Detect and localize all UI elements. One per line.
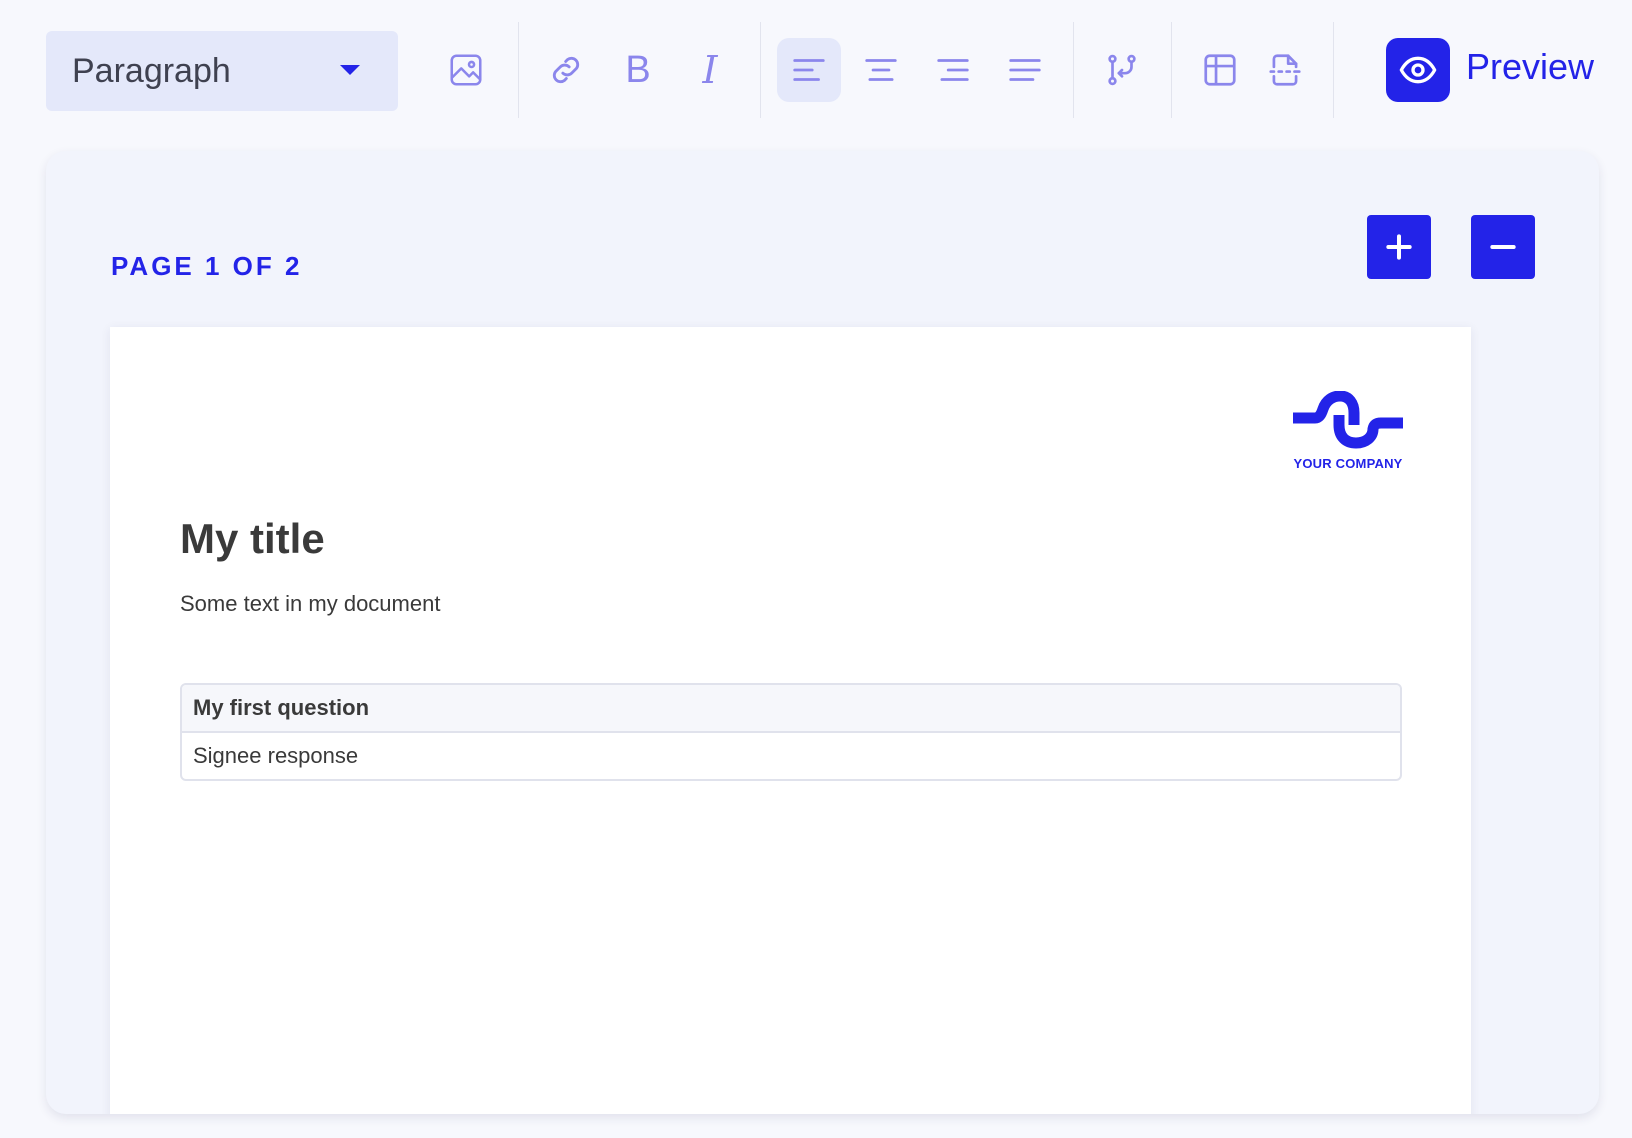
- editor-toolbar: Paragraph B I Preview: [0, 0, 1632, 142]
- preview-button[interactable]: [1386, 38, 1450, 102]
- align-justify-icon: [1009, 59, 1041, 81]
- document-paragraph[interactable]: Some text in my document: [180, 591, 440, 617]
- toolbar-divider: [518, 22, 519, 118]
- editor-canvas: PAGE 1 OF 2 YOUR COMPANY My title Some t…: [46, 151, 1599, 1114]
- question-label[interactable]: My first question: [182, 685, 1400, 733]
- align-right-button[interactable]: [921, 38, 985, 102]
- block-type-value: Paragraph: [72, 51, 231, 90]
- minus-icon: [1490, 245, 1516, 249]
- bold-button[interactable]: B: [606, 38, 670, 102]
- page-indicator: PAGE 1 OF 2: [111, 251, 303, 281]
- table-icon: [1204, 54, 1236, 86]
- bold-icon: B: [625, 49, 651, 91]
- remove-page-button[interactable]: [1471, 215, 1535, 279]
- document-page[interactable]: YOUR COMPANY My title Some text in my do…: [110, 327, 1471, 1114]
- align-center-icon: [865, 59, 897, 81]
- align-left-icon: [793, 59, 825, 81]
- page-break-button[interactable]: [1253, 38, 1317, 102]
- logo-text: YOUR COMPANY: [1293, 456, 1403, 471]
- italic-button[interactable]: I: [678, 38, 742, 102]
- branch-icon: [1108, 54, 1136, 86]
- question-response-field[interactable]: Signee response: [182, 733, 1400, 779]
- document-title[interactable]: My title: [180, 515, 325, 563]
- insert-link-button[interactable]: [534, 38, 598, 102]
- page-break-icon: [1269, 54, 1301, 86]
- insert-image-button[interactable]: [434, 38, 498, 102]
- preview-label[interactable]: Preview: [1466, 46, 1594, 88]
- align-center-button[interactable]: [849, 38, 913, 102]
- question-block[interactable]: My first question Signee response: [180, 683, 1402, 781]
- toolbar-divider: [1171, 22, 1172, 118]
- toolbar-divider: [1333, 22, 1334, 118]
- conditional-logic-button[interactable]: [1090, 38, 1154, 102]
- italic-icon: I: [702, 48, 718, 92]
- chevron-down-icon: [340, 65, 360, 75]
- image-icon: [450, 54, 482, 86]
- company-logo[interactable]: YOUR COMPANY: [1293, 390, 1403, 475]
- eye-icon: [1399, 56, 1437, 84]
- block-type-select[interactable]: Paragraph: [46, 31, 398, 111]
- align-left-button[interactable]: [777, 38, 841, 102]
- link-icon: [552, 56, 580, 84]
- add-page-button[interactable]: [1367, 215, 1431, 279]
- company-logo-mark: [1293, 390, 1403, 449]
- plus-icon: [1386, 234, 1412, 260]
- toolbar-divider: [1073, 22, 1074, 118]
- align-right-icon: [937, 59, 969, 81]
- toolbar-divider: [760, 22, 761, 118]
- align-justify-button[interactable]: [993, 38, 1057, 102]
- insert-table-button[interactable]: [1188, 38, 1252, 102]
